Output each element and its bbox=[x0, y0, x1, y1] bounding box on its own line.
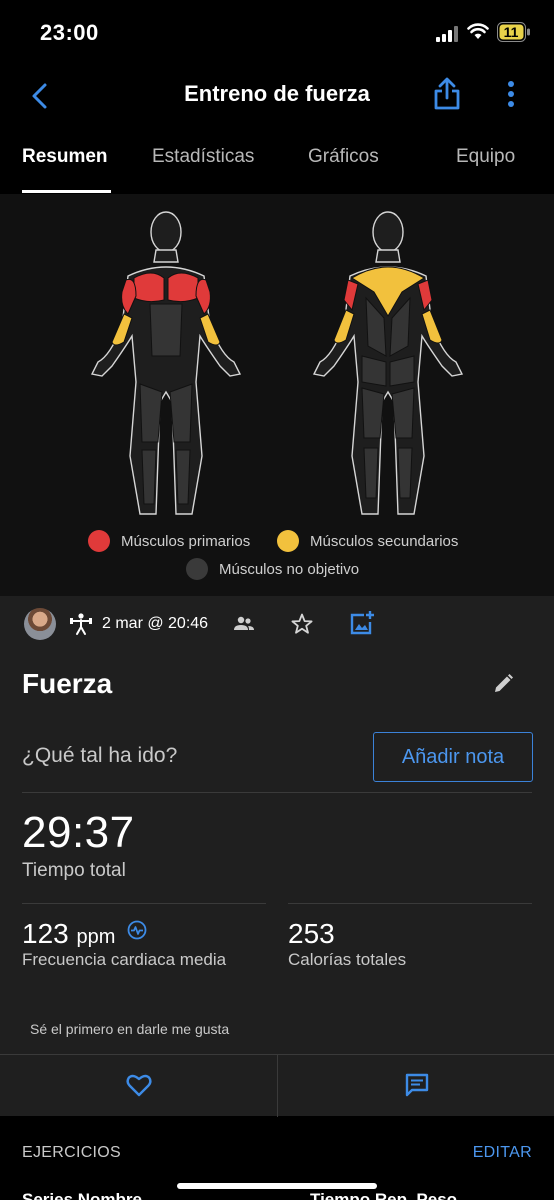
tab-equipo[interactable]: Equipo bbox=[456, 146, 515, 168]
strength-activity-icon bbox=[70, 613, 92, 635]
calories-label: Calorías totales bbox=[288, 950, 407, 969]
heart-rate-unit: ppm bbox=[76, 926, 116, 948]
status-time: 23:00 bbox=[40, 20, 99, 45]
divider bbox=[288, 903, 532, 904]
tab-resumen[interactable]: Resumen bbox=[22, 146, 108, 168]
header: Entreno de fuerza bbox=[0, 66, 554, 126]
like-button[interactable] bbox=[0, 1055, 277, 1117]
heart-rate-icon[interactable] bbox=[127, 920, 147, 940]
active-tab-indicator bbox=[22, 190, 111, 193]
like-prompt: Sé el primero en darle me gusta bbox=[30, 1021, 230, 1037]
status-bar: 23:00 11 bbox=[0, 0, 554, 66]
total-time-value: 29:37 bbox=[22, 808, 135, 857]
cellular-signal-icon bbox=[436, 26, 458, 42]
tab-bar: Resumen Estadísticas Gráficos Equipo bbox=[0, 136, 554, 194]
heart-rate-label: Frecuencia cardiaca media bbox=[22, 950, 227, 969]
wifi-icon bbox=[467, 23, 489, 39]
total-time-label: Tiempo total bbox=[22, 860, 126, 881]
tab-estadisticas[interactable]: Estadísticas bbox=[152, 146, 254, 168]
legend-primary-label: Músculos primarios bbox=[121, 532, 251, 550]
legend-none-label: Músculos no objetivo bbox=[219, 560, 360, 578]
activity-meta-row: 2 mar @ 20:46 bbox=[0, 596, 554, 652]
star-icon[interactable] bbox=[290, 612, 314, 636]
note-prompt: ¿Qué tal ha ido? bbox=[22, 744, 178, 767]
people-icon[interactable] bbox=[233, 615, 255, 633]
heart-icon bbox=[126, 1074, 152, 1097]
heart-rate-stat: 123 ppm bbox=[22, 918, 147, 950]
exercise-columns-left: Series Nombre bbox=[22, 1190, 142, 1200]
activity-card: 2 mar @ 20:46 Fuerza ¿Qué tal ha ido? Añ… bbox=[0, 596, 554, 1117]
page-title: Entreno de fuerza bbox=[184, 81, 370, 106]
front-body-figure bbox=[90, 211, 242, 515]
secondary-muscle-dot bbox=[277, 530, 299, 552]
primary-muscle-dot bbox=[88, 530, 110, 552]
muscle-map: Músculos primarios Músculos secundarios … bbox=[0, 194, 554, 596]
legend-secondary: Músculos secundarios bbox=[277, 530, 458, 552]
tab-graficos[interactable]: Gráficos bbox=[308, 146, 379, 168]
add-note-button[interactable]: Añadir nota bbox=[373, 732, 533, 782]
social-action-bar bbox=[0, 1054, 554, 1117]
battery-level: 11 bbox=[503, 24, 519, 40]
exercise-columns-right: Tiempo Rep. Peso bbox=[310, 1190, 458, 1200]
heart-rate-value: 123 bbox=[22, 918, 69, 949]
more-options-icon[interactable] bbox=[498, 76, 524, 112]
edit-pencil-icon[interactable] bbox=[492, 673, 514, 695]
non-target-muscle-dot bbox=[186, 558, 208, 580]
share-button[interactable] bbox=[430, 76, 464, 112]
back-body-figure bbox=[312, 211, 464, 515]
legend-none: Músculos no objetivo bbox=[186, 558, 359, 580]
comment-button[interactable] bbox=[277, 1055, 554, 1117]
battery-icon: 11 bbox=[497, 22, 531, 42]
home-indicator[interactable] bbox=[177, 1183, 377, 1189]
calories-value: 253 bbox=[288, 918, 335, 949]
legend-secondary-label: Músculos secundarios bbox=[310, 532, 459, 550]
exercises-edit-button[interactable]: EDITAR bbox=[473, 1144, 532, 1162]
avatar[interactable] bbox=[24, 608, 56, 640]
add-photo-icon[interactable] bbox=[349, 610, 375, 636]
comment-icon bbox=[405, 1073, 429, 1097]
activity-name: Fuerza bbox=[22, 668, 113, 699]
activity-date: 2 mar @ 20:46 bbox=[102, 615, 209, 632]
legend-primary: Músculos primarios bbox=[88, 530, 250, 552]
divider bbox=[22, 792, 532, 793]
exercises-header: EJERCICIOS bbox=[22, 1144, 122, 1161]
divider bbox=[22, 903, 266, 904]
